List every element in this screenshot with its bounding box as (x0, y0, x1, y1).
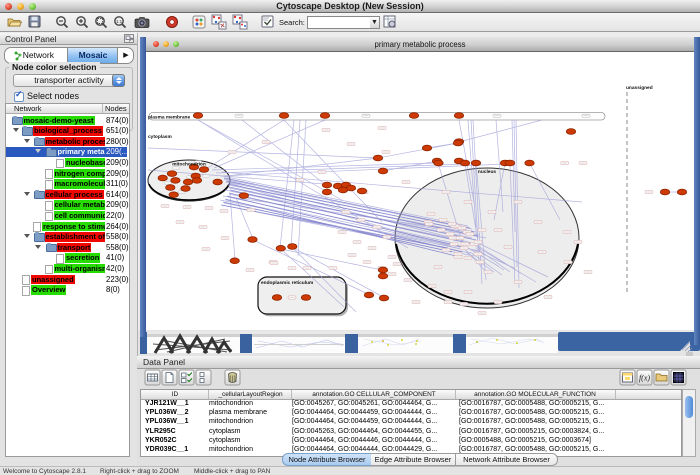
svg-text:1:1: 1:1 (116, 19, 123, 24)
svg-text:unassigned: unassigned (626, 85, 653, 91)
svg-text:endoplasmic reticulum: endoplasmic reticulum (261, 280, 313, 286)
svg-text:f(x): f(x) (639, 374, 650, 383)
svg-text:mitochondrion: mitochondrion (172, 162, 206, 168)
svg-text:nucleus: nucleus (478, 169, 496, 175)
svg-text:plasma membrane: plasma membrane (148, 115, 190, 121)
svg-text:cytoplasm: cytoplasm (148, 134, 172, 140)
